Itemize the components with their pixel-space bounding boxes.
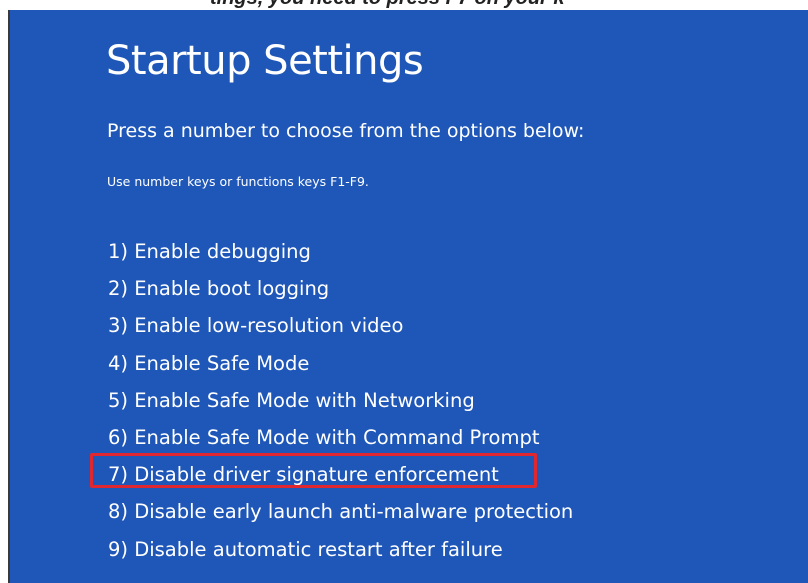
caption-text: tings, you need to press F7 on your k bbox=[210, 0, 565, 10]
option-enable-boot-logging[interactable]: 2) Enable boot logging bbox=[108, 274, 573, 311]
option-disable-driver-signature-enforcement[interactable]: 7) Disable driver signature enforcement bbox=[108, 460, 573, 497]
caption-strip: tings, you need to press F7 on your k bbox=[0, 0, 808, 10]
option-enable-safe-mode[interactable]: 4) Enable Safe Mode bbox=[108, 349, 573, 386]
option-disable-early-launch-anti-malware[interactable]: 8) Disable early launch anti-malware pro… bbox=[108, 497, 573, 534]
page-title: Startup Settings bbox=[106, 38, 424, 84]
instruction-text: Press a number to choose from the option… bbox=[107, 120, 585, 142]
option-enable-safe-mode-networking[interactable]: 5) Enable Safe Mode with Networking bbox=[108, 386, 573, 423]
startup-settings-screen: Startup Settings Press a number to choos… bbox=[8, 10, 808, 583]
option-enable-debugging[interactable]: 1) Enable debugging bbox=[108, 237, 573, 274]
options-list: 1) Enable debugging 2) Enable boot loggi… bbox=[108, 237, 573, 572]
option-enable-safe-mode-command-prompt[interactable]: 6) Enable Safe Mode with Command Prompt bbox=[108, 423, 573, 460]
hint-text: Use number keys or functions keys F1-F9. bbox=[107, 174, 369, 189]
option-disable-automatic-restart[interactable]: 9) Disable automatic restart after failu… bbox=[108, 535, 573, 572]
option-enable-low-resolution-video[interactable]: 3) Enable low-resolution video bbox=[108, 311, 573, 348]
